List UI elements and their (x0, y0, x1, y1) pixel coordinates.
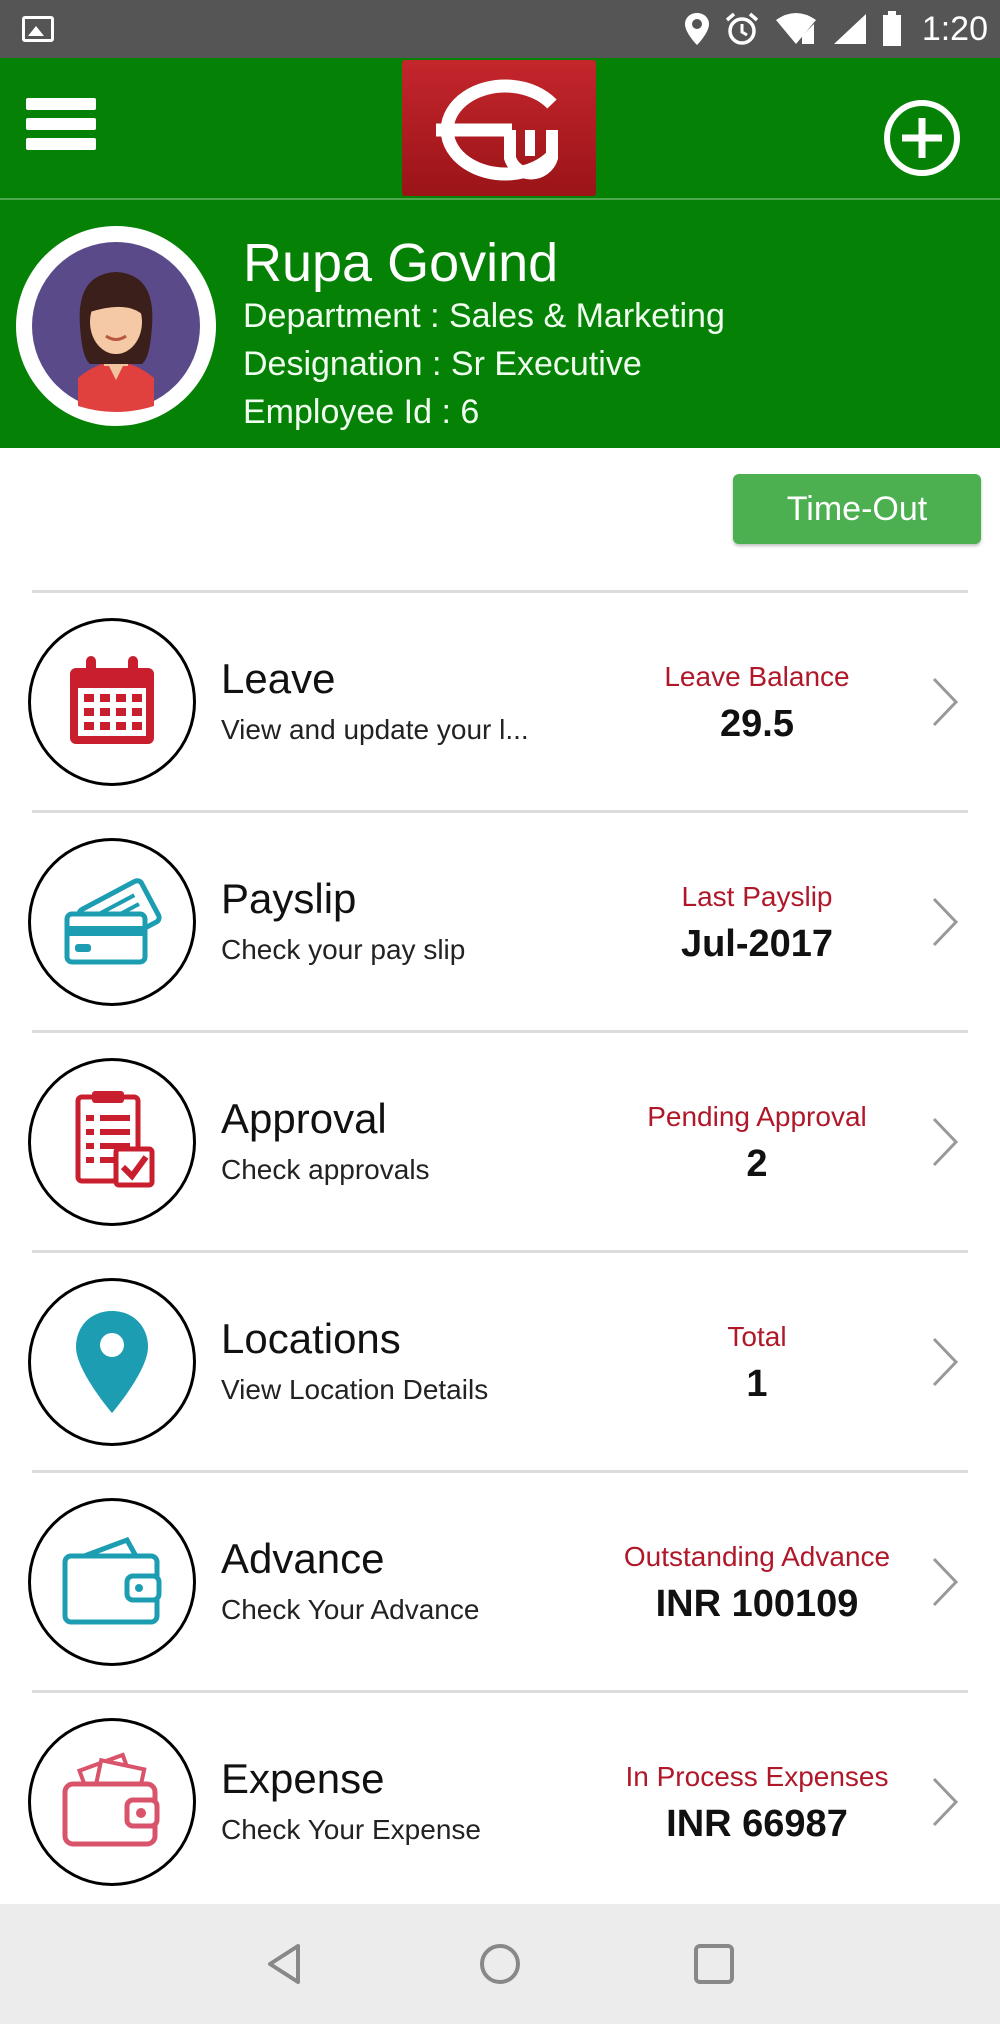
metric-value: Jul-2017 (680, 923, 834, 965)
item-metric: Leave Balance 29.5 (572, 661, 942, 746)
chevron-right-icon[interactable] (930, 1775, 960, 1829)
employee-name: Rupa Govind (243, 233, 559, 293)
chevron-right-icon[interactable] (930, 1115, 960, 1169)
avatar[interactable] (16, 226, 216, 426)
dashboard-list: Leave View and update your l... Leave Ba… (0, 593, 1000, 1913)
metric-label: Total (727, 1321, 787, 1352)
list-item-expense[interactable]: Expense Check Your Expense In Process Ex… (28, 1693, 968, 1913)
item-title: Advance (221, 1535, 385, 1582)
chevron-right-icon[interactable] (930, 895, 960, 949)
status-icons: 1:20 (684, 0, 988, 58)
employee-department: Department : Sales & Marketing (243, 297, 725, 335)
metric-value: 2 (746, 1143, 768, 1185)
item-metric: Last Payslip Jul-2017 (572, 881, 942, 966)
home-icon[interactable] (478, 1942, 522, 1986)
list-item-approval[interactable]: Approval Check approvals Pending Approva… (28, 1033, 968, 1253)
employee-id: Employee Id : 6 (243, 393, 480, 431)
recents-icon[interactable] (692, 1942, 736, 1986)
metric-label: In Process Expenses (625, 1761, 889, 1792)
metric-value: 1 (746, 1363, 768, 1405)
system-nav-bar (0, 1904, 1000, 2024)
calendar-icon (28, 618, 196, 786)
profile-banner: Rupa Govind Department : Sales & Marketi… (0, 198, 1000, 448)
app-bar (0, 58, 1000, 198)
item-subtitle: Check Your Advance (221, 1594, 480, 1625)
location-icon (684, 13, 709, 45)
ew-logo-mark (436, 79, 558, 181)
item-subtitle: Check approvals (221, 1154, 430, 1185)
time-out-button[interactable]: Time-Out (733, 474, 981, 544)
metric-value: 29.5 (720, 703, 794, 745)
alarm-icon (725, 12, 758, 45)
checklist-icon (28, 1058, 196, 1226)
item-subtitle: View Location Details (221, 1374, 489, 1405)
item-metric: In Process Expenses INR 66987 (572, 1761, 942, 1846)
item-metric: Pending Approval 2 (572, 1101, 942, 1186)
item-metric: Total 1 (572, 1321, 942, 1406)
chevron-right-icon[interactable] (930, 1335, 960, 1389)
item-title: Payslip (221, 875, 357, 922)
wifi-icon (775, 13, 816, 44)
credit-card-icon (28, 838, 196, 1006)
item-subtitle: Check Your Expense (221, 1814, 481, 1845)
item-subtitle: Check your pay slip (221, 934, 466, 965)
ew-logo (402, 60, 596, 196)
metric-label: Leave Balance (664, 661, 850, 692)
list-item-advance[interactable]: Advance Check Your Advance Outstanding A… (28, 1473, 968, 1693)
item-title: Expense (221, 1755, 385, 1802)
metric-value: INR 100109 (655, 1583, 859, 1625)
status-time: 1:20 (921, 9, 988, 48)
list-item-locations[interactable]: Locations View Location Details Total 1 (28, 1253, 968, 1473)
item-subtitle: View and update your l... (221, 714, 529, 745)
chevron-right-icon[interactable] (930, 1555, 960, 1609)
list-item-payslip[interactable]: Payslip Check your pay slip Last Payslip… (28, 813, 968, 1033)
metric-label: Pending Approval (647, 1101, 867, 1132)
employee-designation: Designation : Sr Executive (243, 345, 642, 383)
metric-label: Last Payslip (681, 881, 833, 912)
gallery-icon (22, 16, 54, 42)
list-item-leave[interactable]: Leave View and update your l... Leave Ba… (28, 593, 968, 813)
status-bar: 1:20 (0, 0, 1000, 58)
item-title: Leave (221, 655, 336, 702)
back-icon[interactable] (262, 1942, 306, 1986)
map-pin-icon (28, 1278, 196, 1446)
signal-icon (833, 14, 866, 44)
wallet-icon (28, 1498, 196, 1666)
item-metric: Outstanding Advance INR 100109 (572, 1541, 942, 1626)
hamburger-menu-icon[interactable] (26, 98, 96, 158)
battery-icon (882, 11, 901, 46)
wallet-cash-icon (28, 1718, 196, 1886)
chevron-right-icon[interactable] (930, 675, 960, 729)
metric-value: INR 66987 (666, 1803, 848, 1845)
avatar-image (32, 242, 200, 412)
item-title: Approval (221, 1095, 387, 1142)
item-title: Locations (221, 1315, 401, 1362)
metric-label: Outstanding Advance (623, 1541, 891, 1572)
add-circle-icon[interactable] (882, 98, 962, 178)
